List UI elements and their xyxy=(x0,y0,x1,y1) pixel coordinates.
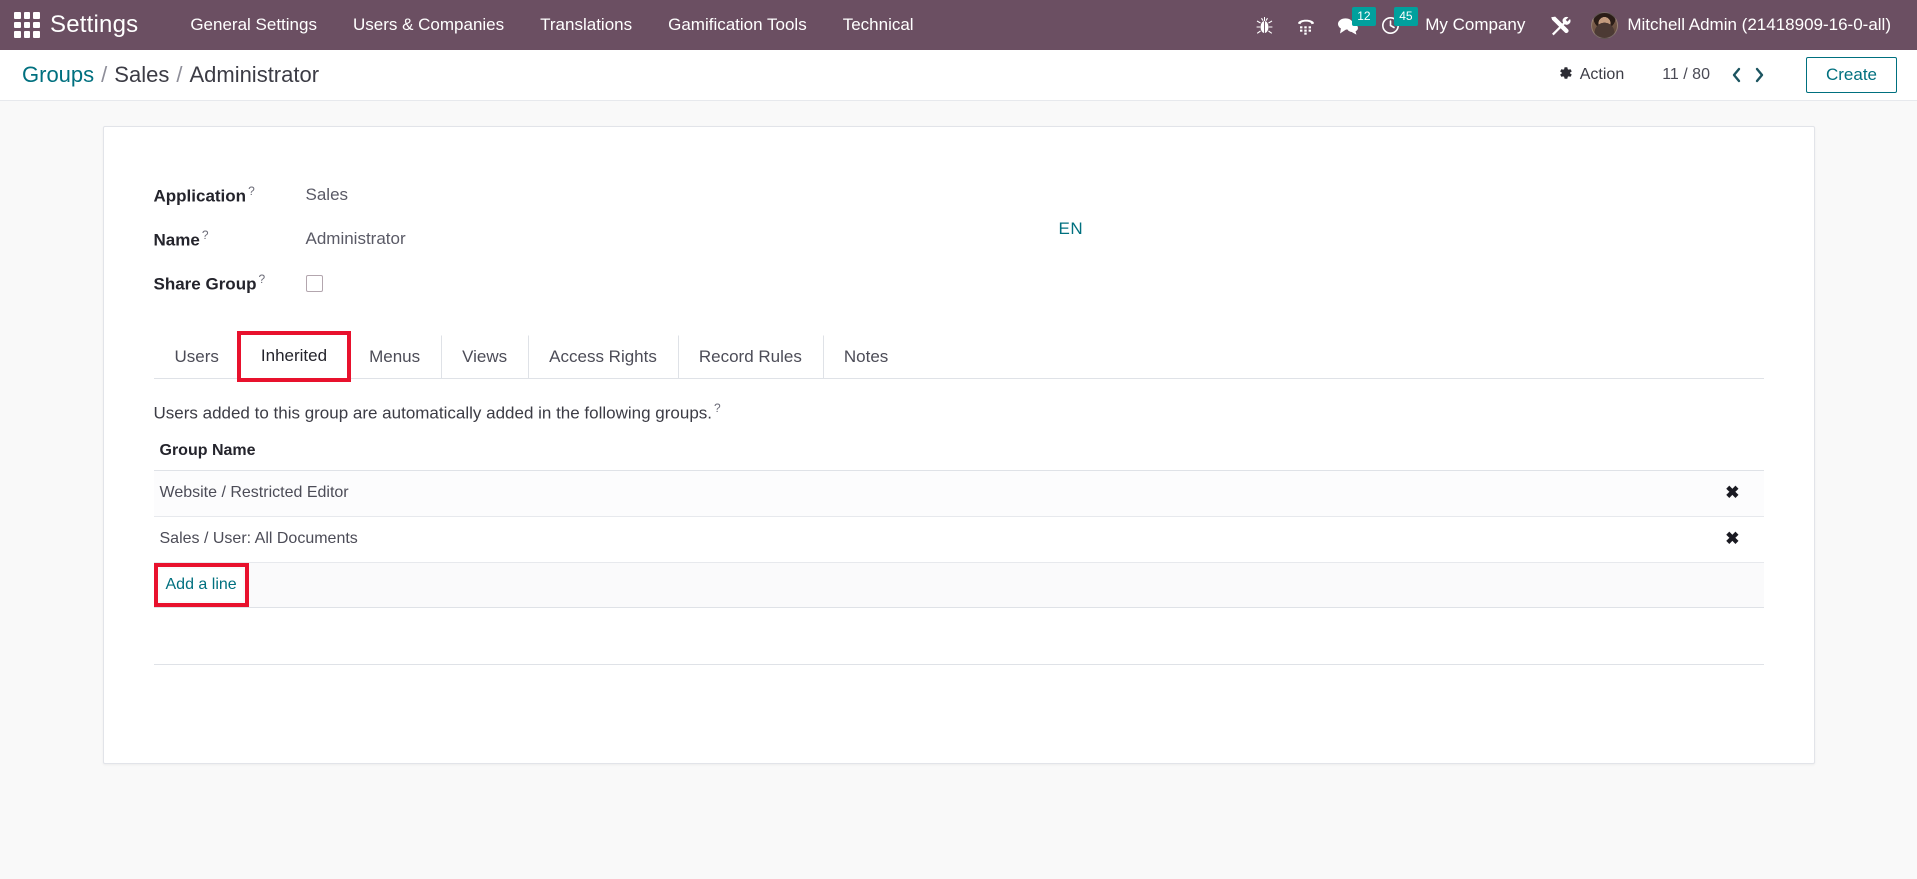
menu-item-technical[interactable]: Technical xyxy=(825,1,932,49)
field-label-name: Name? xyxy=(154,228,306,251)
field-value-application[interactable]: Sales xyxy=(306,185,349,205)
menu-item-translations[interactable]: Translations xyxy=(522,1,650,49)
translate-language-badge[interactable]: EN xyxy=(1059,219,1084,239)
apps-grid-icon[interactable] xyxy=(14,12,40,38)
navbar-menu: General Settings Users & Companies Trans… xyxy=(172,1,931,49)
notebook-tabs: Users Inherited Menus Views Access Right… xyxy=(153,331,1764,382)
top-navbar: Settings General Settings Users & Compan… xyxy=(0,0,1917,50)
tab-menus[interactable]: Menus xyxy=(348,335,441,379)
field-row-application: Application? Sales xyxy=(154,173,1814,217)
gear-icon xyxy=(1557,65,1573,86)
help-tooltip-icon[interactable]: ? xyxy=(714,401,721,415)
tab-notes[interactable]: Notes xyxy=(822,335,909,379)
chevron-left-icon[interactable] xyxy=(1724,60,1748,90)
help-tooltip-icon[interactable]: ? xyxy=(248,184,255,198)
add-line-cell: Add a line xyxy=(153,562,1764,608)
table-row[interactable]: Website / Restricted Editor ✖ xyxy=(153,470,1764,517)
cell-group-name[interactable]: Sales / User: All Documents xyxy=(153,516,1704,563)
help-tooltip-icon[interactable]: ? xyxy=(202,228,209,242)
pane-help-text: Users added to this group are automatica… xyxy=(154,401,1764,434)
record-sheet: Application? Sales Name? Administrator S… xyxy=(102,126,1815,764)
wrench-screwdriver-icon[interactable] xyxy=(1539,0,1581,50)
chevron-right-icon[interactable] xyxy=(1748,60,1772,90)
field-label-text: Share Group xyxy=(153,274,257,294)
avatar xyxy=(1591,11,1619,39)
navbar-systray: 12 45 My Company Mitchell Admin (2141890… xyxy=(1243,0,1905,50)
user-menu[interactable]: Mitchell Admin (21418909-16-0-all) xyxy=(1581,11,1899,39)
field-label-text: Name xyxy=(153,230,200,250)
inherited-groups-table: Group Name Website / Restricted Editor ✖ xyxy=(153,433,1764,608)
action-label: Action xyxy=(1579,66,1625,83)
tab-record-rules[interactable]: Record Rules xyxy=(677,335,823,379)
column-header-group-name: Group Name xyxy=(153,433,1704,471)
bug-icon[interactable] xyxy=(1243,0,1285,50)
pane-footer-divider xyxy=(153,663,1764,665)
tab-access-rights[interactable]: Access Rights xyxy=(528,335,678,379)
record-pager: 11 / 80 xyxy=(1662,60,1772,90)
breadcrumb-item-administrator: Administrator xyxy=(189,62,320,87)
menu-item-users-companies[interactable]: Users & Companies xyxy=(335,1,522,49)
breadcrumb-separator: / xyxy=(101,62,108,87)
messages-icon[interactable]: 12 xyxy=(1327,0,1376,50)
menu-item-general-settings[interactable]: General Settings xyxy=(172,1,335,49)
column-header-actions xyxy=(1703,433,1764,471)
menu-item-gamification-tools[interactable]: Gamification Tools xyxy=(650,1,825,49)
add-line-row: Add a line xyxy=(153,562,1764,608)
cell-remove: ✖ xyxy=(1703,516,1764,563)
breadcrumb-separator: / xyxy=(176,62,183,87)
add-a-line-button[interactable]: Add a line xyxy=(153,562,249,607)
tab-inherited[interactable]: Inherited xyxy=(236,331,352,382)
cell-group-name[interactable]: Website / Restricted Editor xyxy=(153,470,1704,517)
tab-pane-inherited: Users added to this group are automatica… xyxy=(153,379,1764,665)
notebook: Users Inherited Menus Views Access Right… xyxy=(104,331,1814,665)
control-panel: Groups / Sales / Administrator Action 11… xyxy=(0,50,1917,101)
app-brand-title[interactable]: Settings xyxy=(50,11,138,39)
field-row-share-group: Share Group? xyxy=(154,261,1814,305)
remove-row-icon[interactable]: ✖ xyxy=(1725,483,1739,502)
field-group: Application? Sales Name? Administrator S… xyxy=(104,157,1814,305)
share-group-checkbox[interactable] xyxy=(305,274,323,292)
field-label-share-group: Share Group? xyxy=(154,272,306,295)
form-view-area: Application? Sales Name? Administrator S… xyxy=(0,101,1917,879)
control-panel-right: Action 11 / 80 Create xyxy=(1545,57,1897,93)
action-menu-button[interactable]: Action xyxy=(1545,59,1636,92)
tab-users[interactable]: Users xyxy=(154,335,240,379)
remove-row-icon[interactable]: ✖ xyxy=(1725,529,1739,548)
breadcrumb-item-groups[interactable]: Groups xyxy=(22,62,94,88)
breadcrumb: Groups / Sales / Administrator xyxy=(22,62,319,88)
activities-badge: 45 xyxy=(1394,7,1418,26)
help-tooltip-icon[interactable]: ? xyxy=(258,272,265,286)
pager-value: 11 / 80 xyxy=(1662,66,1710,83)
activities-clock-icon[interactable]: 45 xyxy=(1369,0,1418,50)
company-switcher[interactable]: My Company xyxy=(1411,15,1539,35)
field-value-name[interactable]: Administrator xyxy=(306,229,406,249)
table-header-row: Group Name xyxy=(153,433,1764,471)
field-label-text: Application xyxy=(153,186,247,206)
field-label-application: Application? xyxy=(154,184,306,207)
user-name-label: Mitchell Admin (21418909-16-0-all) xyxy=(1627,15,1891,34)
field-row-name: Name? Administrator xyxy=(154,217,1814,261)
create-button[interactable]: Create xyxy=(1805,57,1897,93)
pane-help-label: Users added to this group are automatica… xyxy=(153,403,713,423)
cell-remove: ✖ xyxy=(1703,470,1764,517)
breadcrumb-item-sales: Sales xyxy=(114,62,170,87)
tab-views[interactable]: Views xyxy=(441,335,528,379)
dialpad-phone-icon[interactable] xyxy=(1285,0,1327,50)
table-row[interactable]: Sales / User: All Documents ✖ xyxy=(153,516,1764,563)
